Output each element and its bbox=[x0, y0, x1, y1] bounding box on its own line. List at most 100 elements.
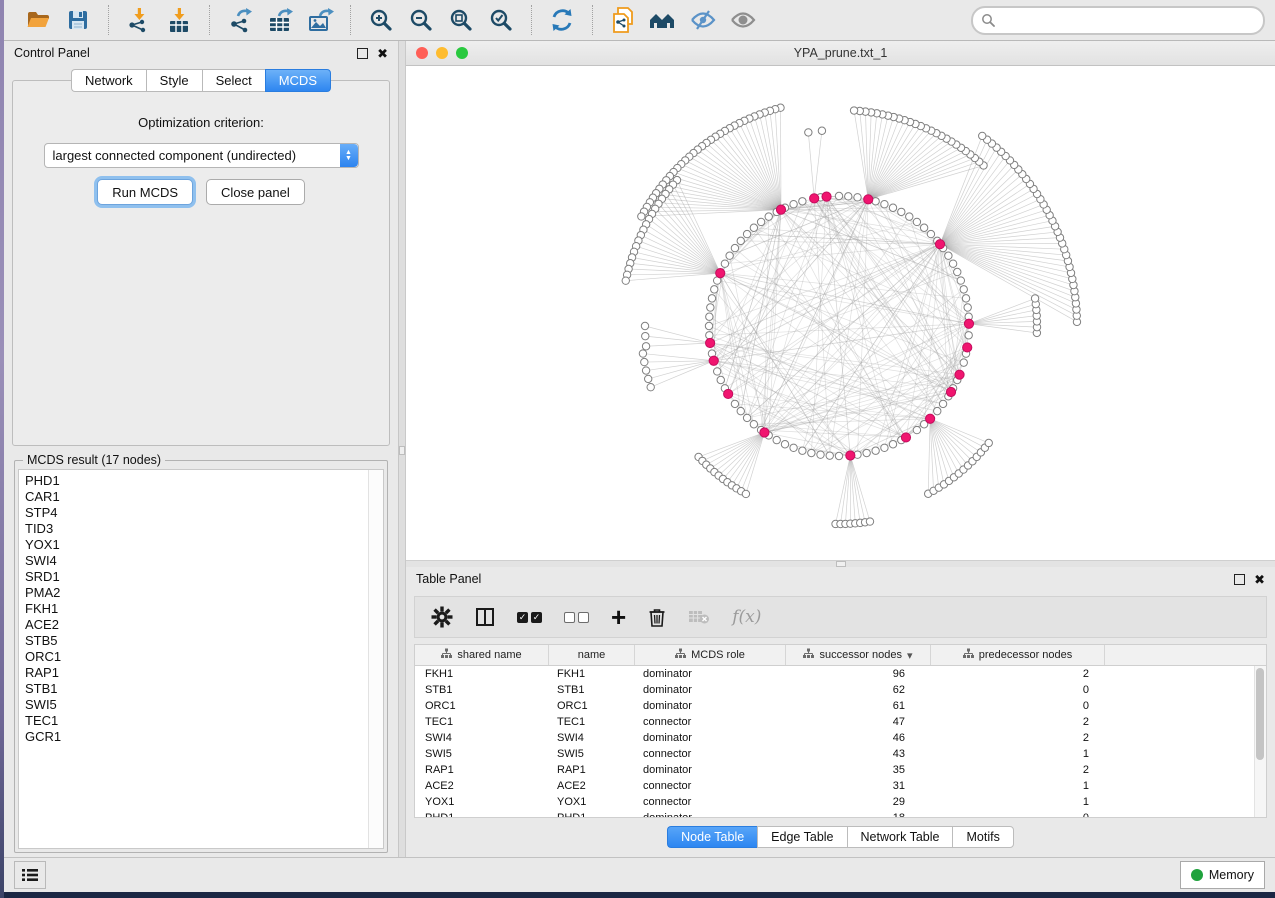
mcds-result-item[interactable]: SWI5 bbox=[25, 697, 368, 713]
search-input[interactable] bbox=[1000, 12, 1255, 28]
export-image-icon[interactable] bbox=[304, 5, 336, 35]
mcds-result-item[interactable]: GCR1 bbox=[25, 729, 368, 745]
network-satellite-node[interactable] bbox=[642, 332, 649, 339]
import-table-icon[interactable] bbox=[163, 5, 195, 35]
network-node[interactable] bbox=[737, 237, 744, 244]
mcds-result-item[interactable]: STP4 bbox=[25, 505, 368, 521]
network-node[interactable] bbox=[954, 268, 961, 275]
network-node[interactable] bbox=[731, 400, 738, 407]
network-hub-node[interactable] bbox=[716, 269, 725, 278]
network-node[interactable] bbox=[881, 200, 888, 207]
search-field[interactable] bbox=[971, 6, 1265, 35]
criterion-select[interactable]: largest connected component (undirected)… bbox=[44, 143, 359, 168]
network-hub-node[interactable] bbox=[926, 414, 935, 423]
save-session-icon[interactable] bbox=[62, 5, 94, 35]
network-node[interactable] bbox=[750, 421, 757, 428]
float-panel-icon[interactable] bbox=[1234, 574, 1245, 585]
memory-button[interactable]: Memory bbox=[1180, 861, 1265, 889]
network-node[interactable] bbox=[913, 426, 920, 433]
network-node[interactable] bbox=[913, 218, 920, 225]
scrollbar-thumb[interactable] bbox=[1256, 668, 1264, 760]
network-node[interactable] bbox=[949, 260, 956, 267]
network-satellite-node[interactable] bbox=[641, 322, 648, 329]
network-window-titlebar[interactable]: YPA_prune.txt_1 bbox=[406, 41, 1275, 66]
deselect-all-check-icon[interactable] bbox=[564, 612, 589, 623]
network-satellite-node[interactable] bbox=[645, 375, 652, 382]
show-column-panel-icon[interactable] bbox=[475, 607, 495, 627]
network-satellite-node[interactable] bbox=[642, 367, 649, 374]
column-header-predecessor-nodes[interactable]: predecessor nodes bbox=[931, 645, 1105, 665]
network-node[interactable] bbox=[799, 447, 806, 454]
network-node[interactable] bbox=[726, 252, 733, 259]
column-header-MCDS-role[interactable]: MCDS role bbox=[635, 645, 786, 665]
network-satellite-node[interactable] bbox=[866, 518, 873, 525]
add-column-icon[interactable]: + bbox=[611, 607, 626, 627]
run-mcds-button[interactable]: Run MCDS bbox=[97, 179, 193, 205]
network-node[interactable] bbox=[790, 200, 797, 207]
task-history-button[interactable] bbox=[14, 861, 46, 889]
network-hub-node[interactable] bbox=[709, 356, 718, 365]
network-node[interactable] bbox=[713, 368, 720, 375]
network-node[interactable] bbox=[835, 452, 842, 459]
tab-node-table[interactable]: Node Table bbox=[667, 826, 757, 848]
network-satellite-node[interactable] bbox=[642, 343, 649, 350]
network-node[interactable] bbox=[721, 260, 728, 267]
table-row[interactable]: YOX1YOX1connector291 bbox=[415, 794, 1254, 810]
network-satellite-node[interactable] bbox=[622, 277, 629, 284]
table-row[interactable]: ACE2ACE2connector311 bbox=[415, 778, 1254, 794]
mcds-result-item[interactable]: YOX1 bbox=[25, 537, 368, 553]
table-row[interactable]: PHD1PHD1dominator180 bbox=[415, 810, 1254, 817]
network-hub-node[interactable] bbox=[810, 194, 819, 203]
network-hub-node[interactable] bbox=[864, 195, 873, 204]
network-hub-node[interactable] bbox=[946, 387, 955, 396]
mcds-result-item[interactable]: CAR1 bbox=[25, 489, 368, 505]
mcds-result-item[interactable]: RAP1 bbox=[25, 665, 368, 681]
network-node[interactable] bbox=[960, 359, 967, 366]
network-node[interactable] bbox=[706, 313, 713, 320]
tab-mcds[interactable]: MCDS bbox=[265, 69, 331, 92]
network-node[interactable] bbox=[964, 304, 971, 311]
network-node[interactable] bbox=[889, 204, 896, 211]
mcds-result-item[interactable]: TEC1 bbox=[25, 713, 368, 729]
show-selected-icon[interactable] bbox=[727, 5, 759, 35]
network-node[interactable] bbox=[960, 286, 967, 293]
close-panel-button[interactable]: Close panel bbox=[206, 179, 305, 205]
table-row[interactable]: SWI5SWI5connector431 bbox=[415, 746, 1254, 762]
network-node[interactable] bbox=[945, 252, 952, 259]
network-node[interactable] bbox=[835, 192, 842, 199]
select-all-check-icon[interactable]: ✓✓ bbox=[517, 612, 542, 623]
network-node[interactable] bbox=[790, 444, 797, 451]
network-satellite-node[interactable] bbox=[985, 439, 992, 446]
table-row[interactable]: SWI4SWI4dominator462 bbox=[415, 730, 1254, 746]
network-hub-node[interactable] bbox=[706, 338, 715, 347]
mcds-result-item[interactable]: FKH1 bbox=[25, 601, 368, 617]
network-node[interactable] bbox=[898, 208, 905, 215]
table-settings-icon[interactable] bbox=[431, 606, 453, 628]
mcds-result-item[interactable]: STB1 bbox=[25, 681, 368, 697]
network-node[interactable] bbox=[845, 193, 852, 200]
network-node[interactable] bbox=[705, 322, 712, 329]
network-hub-node[interactable] bbox=[724, 389, 733, 398]
table-row[interactable]: TEC1TEC1connector472 bbox=[415, 714, 1254, 730]
tab-network-table[interactable]: Network Table bbox=[847, 826, 953, 848]
network-node[interactable] bbox=[817, 451, 824, 458]
mcds-result-item[interactable]: ORC1 bbox=[25, 649, 368, 665]
network-node[interactable] bbox=[939, 400, 946, 407]
network-node[interactable] bbox=[889, 441, 896, 448]
network-node[interactable] bbox=[808, 449, 815, 456]
network-node[interactable] bbox=[743, 414, 750, 421]
network-node[interactable] bbox=[717, 376, 724, 383]
hide-selected-icon[interactable] bbox=[687, 5, 719, 35]
network-node[interactable] bbox=[854, 194, 861, 201]
network-hub-node[interactable] bbox=[776, 205, 785, 214]
network-node[interactable] bbox=[781, 441, 788, 448]
export-table-icon[interactable] bbox=[264, 5, 296, 35]
network-hub-node[interactable] bbox=[935, 240, 944, 249]
network-satellite-node[interactable] bbox=[641, 358, 648, 365]
zoom-selected-icon[interactable] bbox=[485, 5, 517, 35]
import-network-icon[interactable] bbox=[123, 5, 155, 35]
network-hub-node[interactable] bbox=[822, 192, 831, 201]
mcds-result-item[interactable]: STB5 bbox=[25, 633, 368, 649]
network-node[interactable] bbox=[872, 447, 879, 454]
tab-select[interactable]: Select bbox=[202, 69, 265, 92]
